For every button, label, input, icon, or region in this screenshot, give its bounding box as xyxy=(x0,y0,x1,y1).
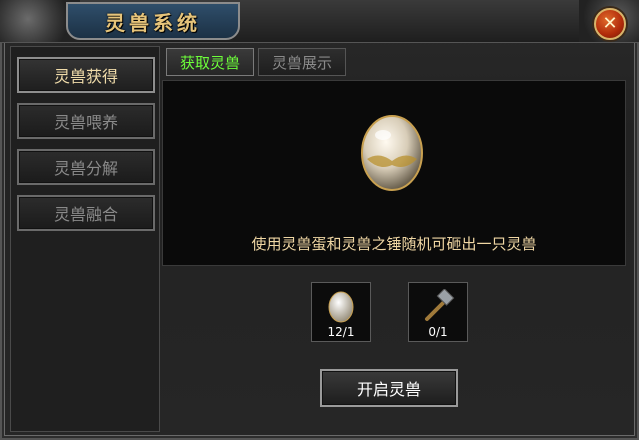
tab-beast-display[interactable]: 灵兽展示 xyxy=(258,48,346,76)
sidebar-item-decompose[interactable]: 灵兽分解 xyxy=(17,149,155,185)
preview-panel: 使用灵兽蛋和灵兽之锤随机可砸出一只灵兽 xyxy=(162,80,626,266)
spirit-beast-window: 灵兽系统 ✕ 灵兽获得 灵兽喂养 灵兽分解 灵兽融合 获取灵兽 灵兽展示 使用灵… xyxy=(0,0,639,440)
window-title-tab: 灵兽系统 xyxy=(66,2,240,40)
open-beast-button[interactable]: 开启灵兽 xyxy=(320,369,458,407)
sidebar-item-fuse[interactable]: 灵兽融合 xyxy=(17,195,155,231)
sidebar: 灵兽获得 灵兽喂养 灵兽分解 灵兽融合 xyxy=(10,46,160,432)
title-bar[interactable]: 灵兽系统 ✕ xyxy=(0,0,639,43)
description-text: 使用灵兽蛋和灵兽之锤随机可砸出一只灵兽 xyxy=(251,235,537,253)
sidebar-item-obtain[interactable]: 灵兽获得 xyxy=(17,57,155,93)
sidebar-item-feed[interactable]: 灵兽喂养 xyxy=(17,103,155,139)
close-button[interactable]: ✕ xyxy=(594,8,626,40)
beast-egg-icon xyxy=(328,291,354,323)
window-title: 灵兽系统 xyxy=(105,10,201,35)
hammer-count: 0/1 xyxy=(428,325,448,339)
beast-hammer-icon xyxy=(425,289,455,321)
hammer-item-slot[interactable]: 0/1 xyxy=(408,282,468,342)
tab-obtain-beast[interactable]: 获取灵兽 xyxy=(166,48,254,76)
beast-egg-icon xyxy=(361,115,423,191)
egg-count: 12/1 xyxy=(327,325,355,339)
close-icon: ✕ xyxy=(602,13,618,34)
egg-item-slot[interactable]: 12/1 xyxy=(311,282,371,342)
